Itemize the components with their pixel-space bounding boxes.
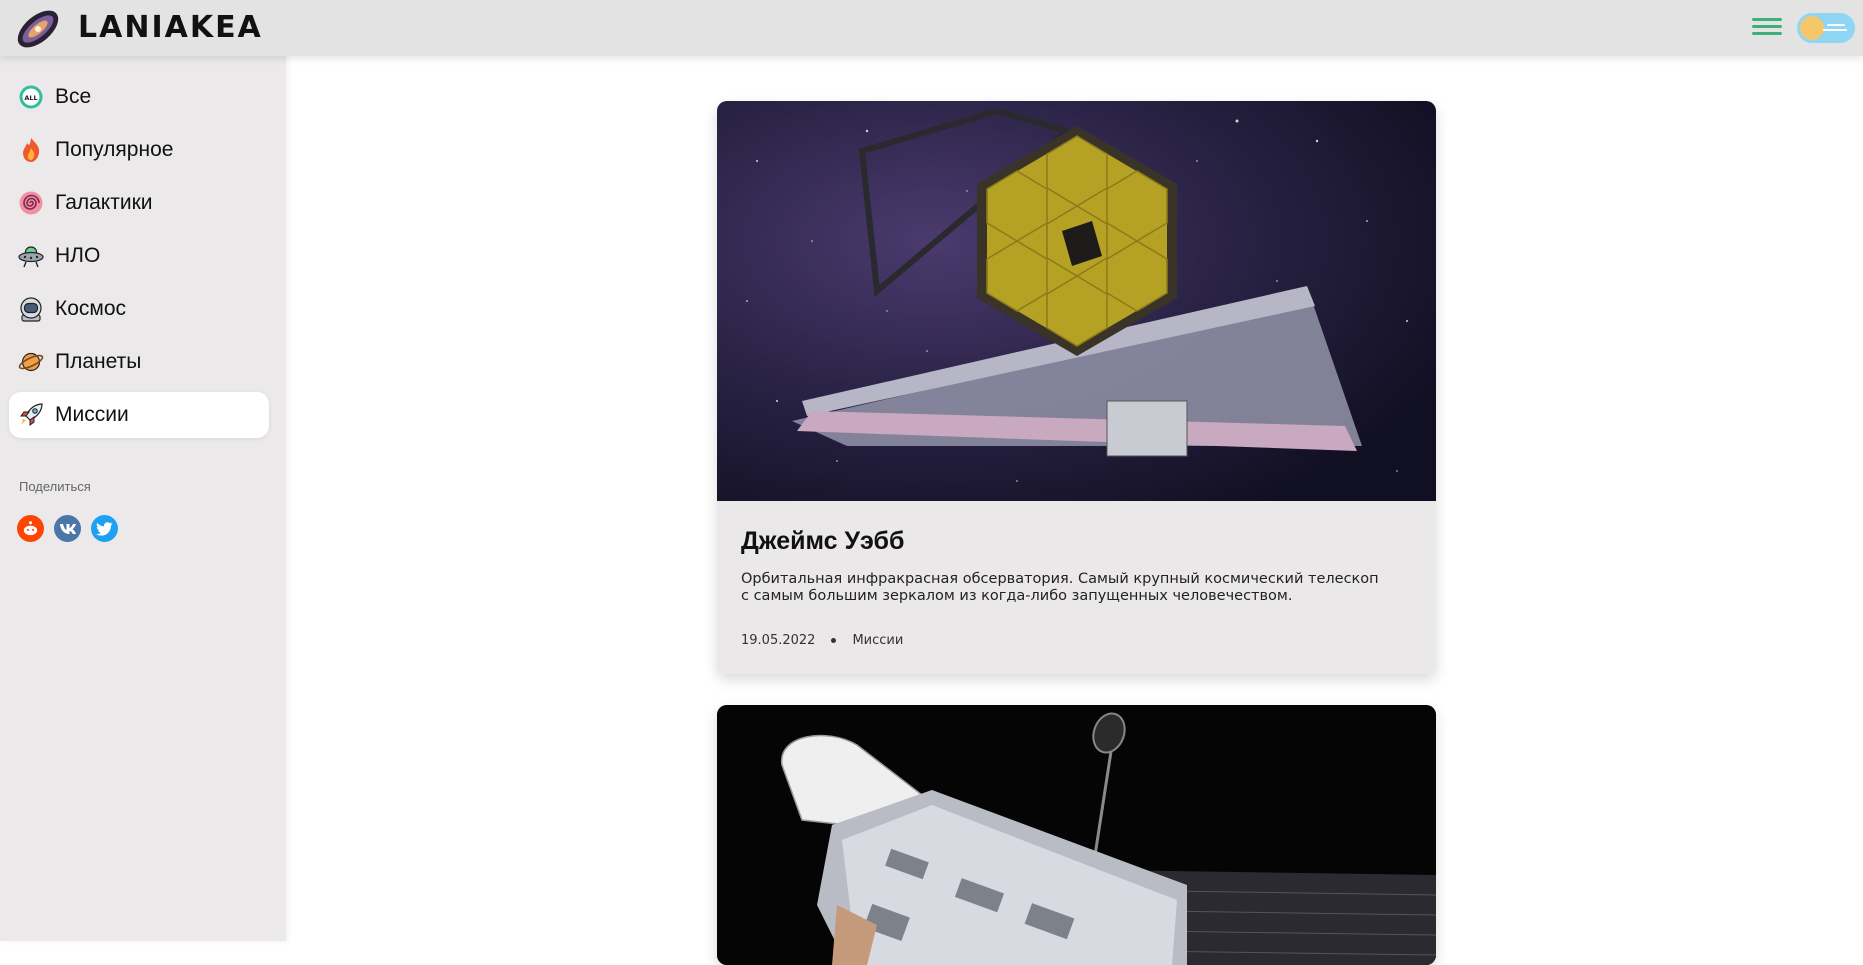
ufo-icon (18, 246, 44, 268)
sidebar-item-all[interactable]: ALL Все (9, 74, 269, 120)
sidebar-item-missions[interactable]: Миссии (9, 392, 269, 438)
reddit-icon[interactable] (17, 515, 44, 542)
hubble-telescope-image[interactable] (717, 705, 1436, 965)
logo-text[interactable]: LANIAKEA (78, 10, 263, 45)
james-webb-telescope-image[interactable] (717, 101, 1436, 501)
post-meta: 19.05.2022 Миссии (741, 633, 903, 648)
sidebar-item-label: Галактики (55, 191, 153, 214)
sidebar-item-ufo[interactable]: НЛО (9, 233, 269, 279)
sidebar-item-space[interactable]: Космос (9, 286, 269, 332)
toggle-line (1827, 24, 1845, 26)
sidebar-item-popular[interactable]: Популярное (9, 127, 269, 173)
hamburger-menu-icon[interactable] (1752, 14, 1782, 42)
post-date: 19.05.2022 (741, 633, 816, 648)
galaxy-icon[interactable] (13, 4, 63, 54)
sidebar-item-label: НЛО (55, 244, 101, 267)
twitter-icon[interactable] (91, 515, 118, 542)
share-title: Поделиться (19, 479, 91, 494)
rocket-icon (20, 403, 43, 426)
post-title[interactable]: Джеймс Уэбб (741, 527, 904, 556)
spiral-galaxy-icon (19, 191, 43, 215)
sidebar-item-label: Космос (55, 297, 127, 320)
post-card[interactable] (717, 705, 1436, 965)
toggle-line (1823, 29, 1847, 31)
astronaut-icon (20, 297, 42, 322)
sidebar-item-label: Все (55, 85, 92, 108)
all-icon: ALL (19, 85, 43, 109)
meta-separator (831, 638, 837, 643)
sidebar-item-planets[interactable]: Планеты (9, 339, 269, 385)
app-header: LANIAKEA (0, 0, 1863, 56)
planet-icon (18, 352, 44, 372)
svg-text:ALL: ALL (24, 94, 37, 102)
sidebar-item-label: Миссии (55, 403, 129, 426)
post-card[interactable]: Джеймс Уэбб Орбитальная инфракрасная обс… (717, 101, 1436, 674)
post-description: Орбитальная инфракрасная обсерватория. С… (741, 571, 1379, 604)
share-icons (17, 515, 118, 542)
post-category[interactable]: Миссии (852, 633, 903, 648)
sidebar-item-galaxies[interactable]: Галактики (9, 180, 269, 226)
sun-icon (1800, 16, 1824, 40)
theme-toggle[interactable] (1797, 13, 1855, 43)
vk-icon[interactable] (54, 515, 81, 542)
sidebar: ALL Все Популярное Галактики НЛО Космос … (0, 56, 286, 941)
sidebar-item-label: Планеты (55, 350, 142, 373)
fire-icon (23, 138, 40, 162)
category-nav: ALL Все Популярное Галактики НЛО Космос … (9, 74, 269, 445)
sidebar-item-label: Популярное (55, 138, 174, 161)
